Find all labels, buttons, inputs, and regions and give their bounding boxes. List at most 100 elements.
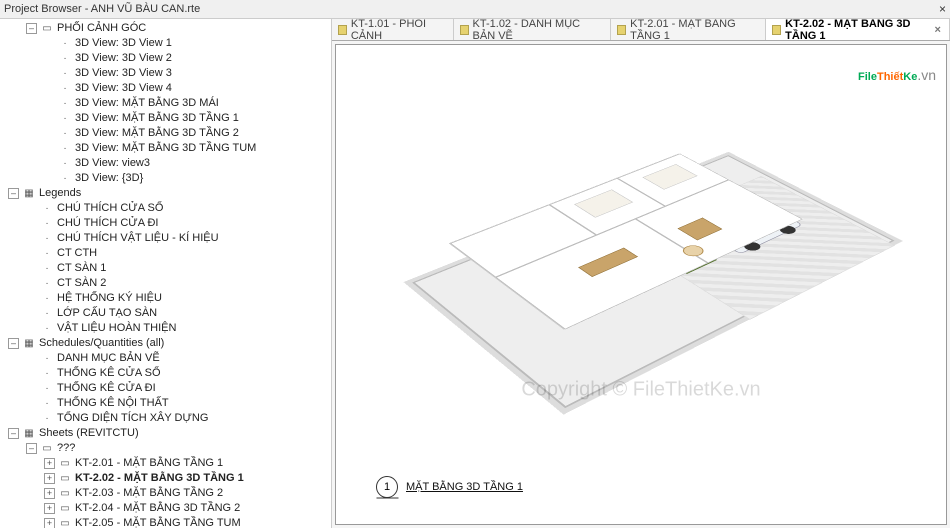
tree-item[interactable]: ·3D View: MẶT BẰNG 3D TẦNG 2 xyxy=(0,126,331,141)
collapse-icon[interactable]: – xyxy=(8,428,19,439)
tree-item-label: 3D View: MẶT BẰNG 3D TẦNG TUM xyxy=(75,141,256,156)
spacer xyxy=(26,383,37,394)
tree-item-label: 3D View: 3D View 3 xyxy=(75,66,172,81)
tree-item-label: 3D View: 3D View 4 xyxy=(75,81,172,96)
tree-item-label: 3D View: MẶT BẰNG 3D MÁI xyxy=(75,96,219,111)
spacer xyxy=(44,128,55,139)
view-icon: · xyxy=(59,158,71,170)
expand-icon[interactable]: + xyxy=(44,488,55,499)
panel-title: Project Browser - ANH VŨ BÀU CAN.rte xyxy=(4,3,200,15)
view-icon: · xyxy=(41,203,53,215)
view-tab[interactable]: KT-2.01 - MẶT BẰNG TẦNG 1 xyxy=(611,19,766,40)
panel-close-icon[interactable]: × xyxy=(939,2,946,16)
tree-item[interactable]: –▭??? xyxy=(0,441,331,456)
sheet-icon: ▭ xyxy=(59,503,71,515)
spacer xyxy=(26,263,37,274)
tree-item[interactable]: +▭KT-2.04 - MẶT BẰNG 3D TẦNG 2 xyxy=(0,501,331,516)
view-tab[interactable]: KT-1.02 - DANH MỤC BẢN VẼ xyxy=(454,19,612,40)
tree-item-label: Sheets (REVITCTU) xyxy=(39,426,139,441)
tree-item[interactable]: ·CHÚ THÍCH CỬA SỔ xyxy=(0,201,331,216)
tree-item[interactable]: ·LỚP CẤU TẠO SÀN xyxy=(0,306,331,321)
tree-item-label: CT CTH xyxy=(57,246,97,261)
tree-item-label: 3D View: view3 xyxy=(75,156,150,171)
tree-item[interactable]: ·CHÚ THÍCH CỬA ĐI xyxy=(0,216,331,231)
spacer xyxy=(44,53,55,64)
view-icon: · xyxy=(41,293,53,305)
view-icon: · xyxy=(41,218,53,230)
tree-item[interactable]: +▭KT-2.05 - MẶT BẰNG TẦNG TUM xyxy=(0,516,331,528)
spacer xyxy=(26,353,37,364)
tree-item[interactable]: ·3D View: MẶT BẰNG 3D MÁI xyxy=(0,96,331,111)
spacer xyxy=(44,98,55,109)
tree-item[interactable]: –▭PHỐI CẢNH GÓC xyxy=(0,21,331,36)
expand-icon[interactable]: + xyxy=(44,458,55,469)
view-icon: · xyxy=(41,383,53,395)
tree-item[interactable]: ·3D View: MẶT BẰNG 3D TẦNG 1 xyxy=(0,111,331,126)
tree-item[interactable]: –▦ Sheets (REVITCTU) xyxy=(0,426,331,441)
tree-item[interactable]: –▦Legends xyxy=(0,186,331,201)
tree-item-label: 3D View: {3D} xyxy=(75,171,143,186)
tree-item[interactable]: · THỐNG KÊ CỬA ĐI xyxy=(0,381,331,396)
cat-icon: ▦ xyxy=(23,428,35,440)
expand-icon[interactable]: + xyxy=(44,518,55,528)
view-icon: · xyxy=(41,353,53,365)
tree-item[interactable]: ·CHÚ THÍCH VẬT LIỆU - KÍ HIỆU xyxy=(0,231,331,246)
tree-item[interactable]: · CT SÀN 1 xyxy=(0,261,331,276)
tree-item[interactable]: · 3D View: {3D} xyxy=(0,171,331,186)
sheet-icon: ▭ xyxy=(59,518,71,528)
tree-item-label: 3D View: 3D View 2 xyxy=(75,51,172,66)
view-number-bubble: 1 xyxy=(376,476,398,498)
expand-icon[interactable]: + xyxy=(44,473,55,484)
view-icon: · xyxy=(59,38,71,50)
tab-close-icon[interactable]: × xyxy=(935,24,941,36)
tree-item[interactable]: ·THỐNG KÊ CỬA SỔ xyxy=(0,366,331,381)
tree-item[interactable]: –▦ Schedules/Quantities (all) xyxy=(0,336,331,351)
cat-icon: ▦ xyxy=(23,338,35,350)
tree-item[interactable]: · VẬT LIỆU HOÀN THIỆN xyxy=(0,321,331,336)
tree-item[interactable]: +▭KT-2.02 - MẶT BẰNG 3D TẦNG 1 xyxy=(0,471,331,486)
panel-header: Project Browser - ANH VŨ BÀU CAN.rte × xyxy=(0,0,950,19)
tree-item[interactable]: +▭KT-2.03 - MẶT BẰNG TẦNG 2 xyxy=(0,486,331,501)
tree-item[interactable]: · 3D View: view3 xyxy=(0,156,331,171)
view-icon: · xyxy=(59,53,71,65)
tree-item[interactable]: +▭KT-2.01 - MẶT BẰNG TẦNG 1 xyxy=(0,456,331,471)
tree-item[interactable]: ·THỐNG KÊ NỘI THẤT xyxy=(0,396,331,411)
tree-item[interactable]: ·3D View: MẶT BẰNG 3D TẦNG TUM xyxy=(0,141,331,156)
collapse-icon[interactable]: – xyxy=(8,338,19,349)
project-browser-tree[interactable]: –▭PHỐI CẢNH GÓC·3D View: 3D View 1·3D Vi… xyxy=(0,19,332,528)
spacer xyxy=(26,413,37,424)
spacer xyxy=(44,158,55,169)
collapse-icon[interactable]: – xyxy=(26,23,37,34)
folder-icon: ▭ xyxy=(41,443,53,455)
tree-item[interactable]: ·TỔNG DIỆN TÍCH XÂY DỰNG xyxy=(0,411,331,426)
view-tab[interactable]: KT-1.01 - PHỐI CẢNH xyxy=(332,19,454,40)
tree-item-label: THỐNG KÊ CỬA ĐI xyxy=(57,381,156,396)
view-label-text: MẶT BẰNG 3D TẦNG 1 xyxy=(406,481,523,493)
tree-item[interactable]: ·3D View: 3D View 4 xyxy=(0,81,331,96)
view-icon: · xyxy=(59,173,71,185)
tree-item[interactable]: ·CT CTH xyxy=(0,246,331,261)
expand-icon[interactable]: + xyxy=(44,503,55,514)
collapse-icon[interactable]: – xyxy=(26,443,37,454)
tree-item-label: VẬT LIỆU HOÀN THIỆN xyxy=(57,321,176,336)
view-icon: · xyxy=(41,263,53,275)
spacer xyxy=(26,218,37,229)
tree-item-label: CT SÀN 1 xyxy=(57,261,106,276)
tree-item-label: ??? xyxy=(57,441,75,456)
tree-item[interactable]: · 3D View: 3D View 2 xyxy=(0,51,331,66)
tree-item-label: PHỐI CẢNH GÓC xyxy=(57,21,146,36)
content-area: KT-1.01 - PHỐI CẢNHKT-1.02 - DANH MỤC BẢ… xyxy=(332,19,950,528)
tree-item-label: KT-2.01 - MẶT BẰNG TẦNG 1 xyxy=(75,456,223,471)
tab-label: KT-2.01 - MẶT BẰNG TẦNG 1 xyxy=(630,19,757,42)
view-icon: · xyxy=(41,323,53,335)
tree-item[interactable]: ·3D View: 3D View 3 xyxy=(0,66,331,81)
tree-item-label: Schedules/Quantities (all) xyxy=(39,336,164,351)
tree-item[interactable]: ·DANH MỤC BẢN VẼ xyxy=(0,351,331,366)
viewport[interactable]: FileThiếtKe.vn Copyright © FileThietKe.v… xyxy=(335,44,947,525)
spacer xyxy=(44,83,55,94)
view-tab[interactable]: KT-2.02 - MẶT BẰNG 3D TẦNG 1× xyxy=(766,19,950,40)
tree-item[interactable]: ·CT SÀN 2 xyxy=(0,276,331,291)
tree-item[interactable]: ·HỆ THỐNG KÝ HIỆU xyxy=(0,291,331,306)
collapse-icon[interactable]: – xyxy=(8,188,19,199)
tree-item[interactable]: ·3D View: 3D View 1 xyxy=(0,36,331,51)
